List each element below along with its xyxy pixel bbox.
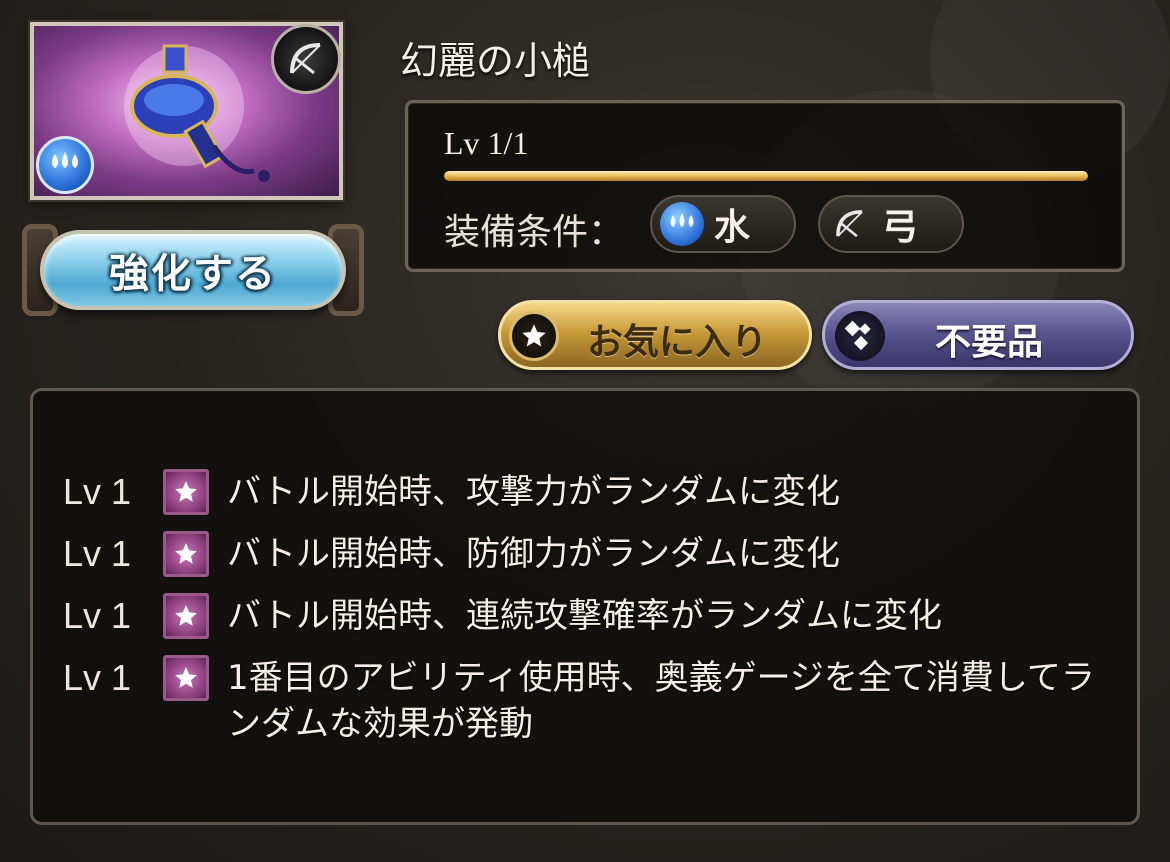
star-icon [163,469,209,515]
weapon-level: Lv 1/1 [444,125,529,161]
water-icon [36,136,94,194]
skill-level: Lv 1 [63,595,132,636]
skill-row: Lv 1 バトル開始時、連続攻撃確率がランダムに変化 [63,593,1097,639]
upgrade-button[interactable]: 強化する [18,218,368,322]
favorite-button[interactable]: お気に入り [498,300,812,370]
weapon-name: 幻麗の小槌 [400,39,591,83]
upgrade-button-face[interactable]: 強化する [40,230,346,310]
upgrade-button-label: 強化する [109,251,277,297]
skill-row: Lv 1 バトル開始時、防御力がランダムに変化 [63,531,1097,577]
star-icon [163,655,209,701]
star-icon [163,531,209,577]
skill-level: Lv 1 [63,657,132,698]
skill-description: バトル開始時、攻撃力がランダムに変化 [227,472,841,512]
weapon-type-requirement: 弓 [818,195,964,253]
junk-button[interactable]: 不要品 [822,300,1134,370]
weapon-image-frame[interactable] [30,22,343,200]
element-requirement: 水 [650,195,796,253]
weapon-skills-panel: Lv 1 バトル開始時、攻撃力がランダムに変化 Lv 1 バトル開始時、防御力が… [30,388,1140,825]
weapon-type-requirement-label: 弓 [882,207,919,248]
junk-button-label: 不要品 [935,322,1044,363]
skill-row: Lv 1 1番目のアビリティ使用時、奥義ゲージを全て消費してランダムな効果が発動 [63,655,1097,747]
element-requirement-label: 水 [714,207,751,248]
equip-requirement-label: 装備条件： [444,212,625,253]
star-icon [163,593,209,639]
junk-icon [835,311,885,361]
skill-row: Lv 1 バトル開始時、攻撃力がランダムに変化 [63,469,1097,515]
skill-description: 1番目のアビリティ使用時、奥義ゲージを全て消費してランダムな効果が発動 [227,658,1095,744]
star-icon [509,311,559,361]
level-progress-fill [444,171,1088,181]
skill-level: Lv 1 [63,533,132,574]
water-icon [660,202,704,246]
skill-description: バトル開始時、防御力がランダムに変化 [227,534,841,574]
bow-icon [828,202,872,246]
skill-description: バトル開始時、連続攻撃確率がランダムに変化 [227,596,943,636]
bow-icon [271,24,341,94]
weapon-info-panel: Lv 1/1 装備条件： 水 弓 [405,100,1125,272]
favorite-button-label: お気に入り [587,322,768,363]
level-progress-bar [444,171,1088,181]
skill-level: Lv 1 [63,471,132,512]
